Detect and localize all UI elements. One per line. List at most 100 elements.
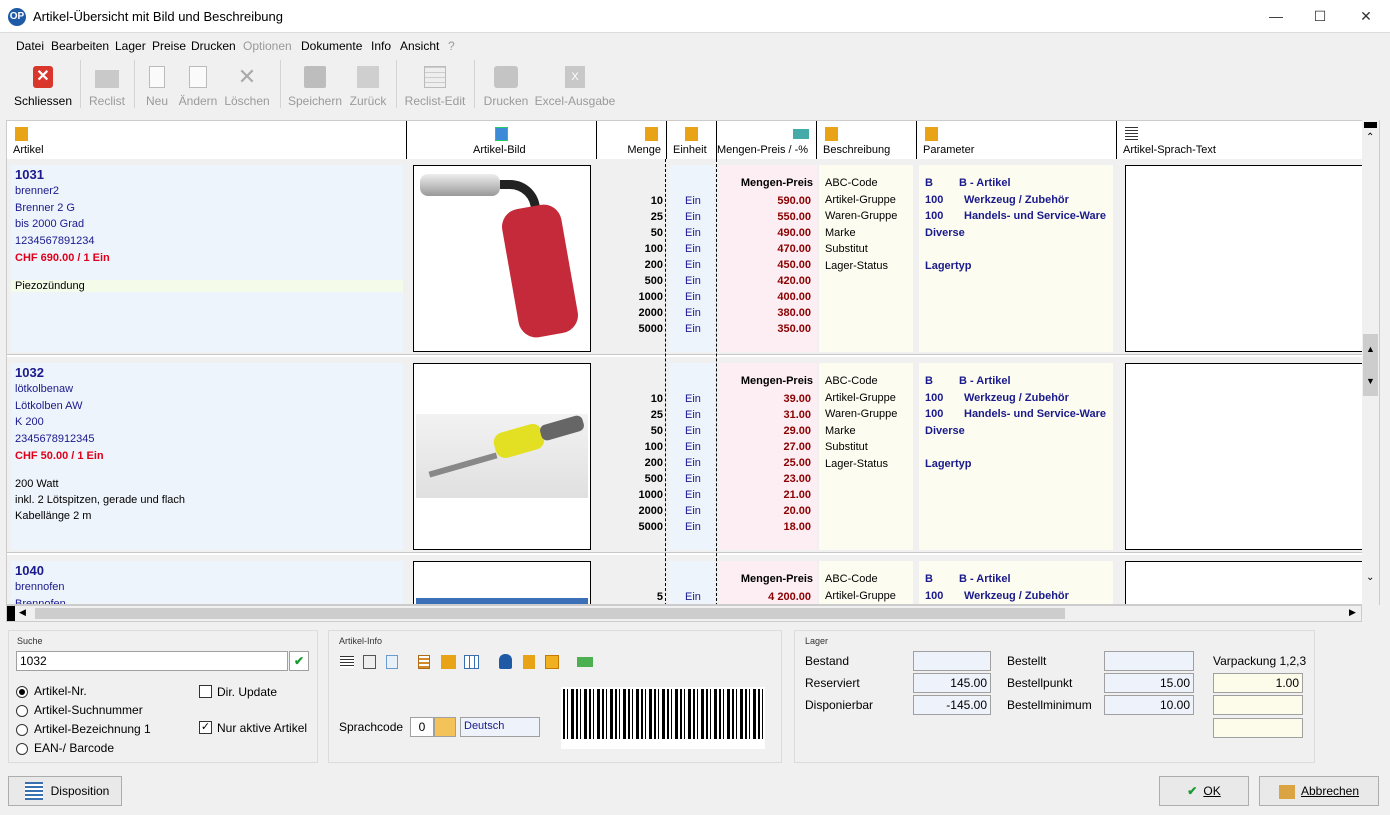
back-button[interactable]: Zurück — [346, 62, 390, 110]
menu-ansicht[interactable]: Ansicht — [400, 39, 439, 53]
verpackung-3-field[interactable] — [1213, 718, 1303, 738]
col-header-sprachtext[interactable]: Artikel-Sprach-Text — [1117, 121, 1363, 159]
artikel-text1: Piezozündung — [11, 280, 403, 292]
artikel-preis: CHF 690.00 / 1 Ein — [15, 252, 110, 264]
text-list-icon[interactable] — [340, 656, 354, 668]
parameter-code: Lagertyp — [925, 259, 972, 272]
mengenpreis-value: 27.00 — [783, 441, 811, 453]
toolbar: ✕ Schliessen Reclist Neu Ändern ✕ Lösche… — [0, 58, 1390, 110]
parameter-cell: B B - Artikel 100 Werkzeug / Zubehör — [919, 561, 1113, 604]
radio-suchnummer[interactable] — [16, 705, 28, 717]
col-header-menge[interactable]: Menge — [597, 121, 667, 159]
table-icon[interactable] — [464, 655, 479, 669]
cart-icon[interactable] — [441, 655, 456, 669]
scroll-left-icon[interactable]: ◀ — [19, 607, 26, 618]
search-confirm-icon[interactable]: ✔ — [289, 651, 309, 671]
article-record[interactable]: 1032 lötkolbenaw Lötkolben AW K 200 23456789… — [7, 357, 1363, 553]
radio-artikel-nr[interactable] — [16, 686, 28, 698]
artikel-cell[interactable]: 1032 lötkolbenaw Lötkolben AW K 200 23456789… — [11, 363, 403, 550]
vertical-scrollbar[interactable]: ⌃ ▲ ▼ ⌄ — [1362, 120, 1379, 605]
reclist-button[interactable]: Reclist — [86, 62, 128, 110]
list-icon[interactable] — [418, 655, 430, 669]
col-header-beschreibung[interactable]: Beschreibung — [817, 121, 917, 159]
menu-bearbeiten[interactable]: Bearbeiten — [51, 39, 109, 53]
maximize-icon[interactable]: ☐ — [1300, 4, 1340, 28]
parameter-text: Werkzeug / Zubehör — [964, 193, 1069, 206]
artikel-cell[interactable]: 1031 brenner2 Brenner 2 G bis 2000 Grad 1234… — [11, 165, 403, 352]
col-header-mengenpreis[interactable]: Mengen-Preis / -% — [717, 121, 817, 159]
col-header-artikel[interactable]: Artikel — [7, 121, 407, 159]
ok-button[interactable]: ✔ OK — [1159, 776, 1249, 806]
money-icon[interactable] — [577, 657, 593, 667]
radio-bezeichnung[interactable] — [16, 724, 28, 736]
verpackung-1-field[interactable]: 1.00 — [1213, 673, 1303, 693]
scroll-up-icon[interactable]: ⌃ — [1366, 132, 1374, 143]
disposition-button[interactable]: Disposition — [8, 776, 122, 806]
excel-export-button[interactable]: X Excel-Ausgabe — [534, 62, 616, 110]
hscroll-thumb[interactable] — [35, 608, 1065, 619]
bestand-field — [913, 651, 991, 671]
disponierbar-label: Disponierbar — [805, 698, 874, 712]
close-button[interactable]: ✕ Schliessen — [10, 62, 76, 110]
menu-drucken[interactable]: Drucken — [191, 39, 236, 53]
table-edit-icon — [424, 66, 446, 88]
article-grid[interactable]: Artikel Artikel-Bild Menge Einheit Menge… — [6, 120, 1380, 605]
scroll-start-icon[interactable] — [7, 606, 15, 621]
reclist-edit-button[interactable]: Reclist-Edit — [402, 62, 468, 110]
sprachtext-cell[interactable] — [1125, 561, 1363, 604]
beschreibung-cell: ABC-Code Artikel-Gruppe Waren-Gruppe Marke S… — [819, 363, 913, 550]
menu-datei[interactable]: Datei — [16, 39, 44, 53]
document-icon[interactable] — [363, 655, 376, 669]
col-header-sprachtext-label: Artikel-Sprach-Text — [1123, 144, 1216, 156]
article-record[interactable]: 1040 brennofen Brennofen 5 Ein Mengen-Preis 4 … — [7, 555, 1363, 604]
menu-lager[interactable]: Lager — [115, 39, 146, 53]
dir-update-checkbox[interactable] — [199, 685, 212, 698]
delete-button[interactable]: ✕ Löschen — [222, 62, 272, 110]
scroll-up-small-icon[interactable]: ▲ — [1366, 344, 1375, 354]
menge-value: 5000 — [638, 521, 663, 533]
cancel-button[interactable]: Abbrechen — [1259, 776, 1379, 806]
beschreibung-label: Lager-Status — [825, 259, 888, 272]
mengenpreis-value: 420.00 — [777, 275, 811, 287]
verpackung-2-field[interactable] — [1213, 695, 1303, 715]
radio-ean[interactable] — [16, 743, 28, 755]
nur-aktive-checkbox[interactable]: ✓ — [199, 721, 212, 734]
einheit-value: Ein — [685, 307, 701, 319]
col-header-parameter[interactable]: Parameter — [917, 121, 1117, 159]
search-input[interactable]: 1032 — [16, 651, 288, 671]
bag-icon[interactable] — [523, 655, 535, 669]
scroll-down-icon[interactable]: ⌄ — [1366, 572, 1374, 583]
box-icon[interactable] — [545, 655, 559, 669]
scroll-top-icon[interactable] — [1364, 122, 1377, 128]
print-button[interactable]: Drucken — [480, 62, 532, 110]
edit-button[interactable]: Ändern — [176, 62, 220, 110]
mengenpreis-value: 23.00 — [783, 473, 811, 485]
menu-info[interactable]: Info — [371, 39, 391, 53]
scroll-down-small-icon[interactable]: ▼ — [1366, 376, 1375, 386]
sprachcode-input[interactable]: 0 — [410, 717, 434, 737]
artikel-cell[interactable]: 1040 brennofen Brennofen — [11, 561, 403, 604]
col-header-einheit[interactable]: Einheit — [667, 121, 717, 159]
person-icon[interactable] — [499, 654, 512, 669]
minimize-icon[interactable]: — — [1256, 4, 1296, 28]
horizontal-scrollbar[interactable]: ◀ ▶ — [6, 605, 1362, 622]
save-button[interactable]: Speichern — [286, 62, 344, 110]
close-window-icon[interactable]: ✕ — [1346, 4, 1386, 28]
sprachtext-cell[interactable] — [1125, 363, 1363, 550]
note-icon[interactable] — [386, 655, 398, 669]
menu-dokumente[interactable]: Dokumente — [301, 39, 362, 53]
sprachtext-cell[interactable] — [1125, 165, 1363, 352]
einheit-value: Ein — [685, 425, 701, 437]
col-header-bild[interactable]: Artikel-Bild — [407, 121, 597, 159]
parameter-text: B - Artikel — [959, 177, 1011, 189]
mengenpreis-value: 470.00 — [777, 243, 811, 255]
einheit-value: Ein — [685, 441, 701, 453]
new-button[interactable]: Neu — [142, 62, 172, 110]
article-record[interactable]: 1031 brenner2 Brenner 2 G bis 2000 Grad 1234… — [7, 159, 1363, 355]
sort-icon — [925, 127, 938, 141]
folder-icon — [95, 70, 119, 88]
scroll-right-icon[interactable]: ▶ — [1349, 607, 1356, 618]
artikel-info-title: Artikel-Info — [339, 636, 383, 646]
menu-preise[interactable]: Preise — [152, 39, 186, 53]
folder-icon[interactable] — [434, 717, 456, 737]
